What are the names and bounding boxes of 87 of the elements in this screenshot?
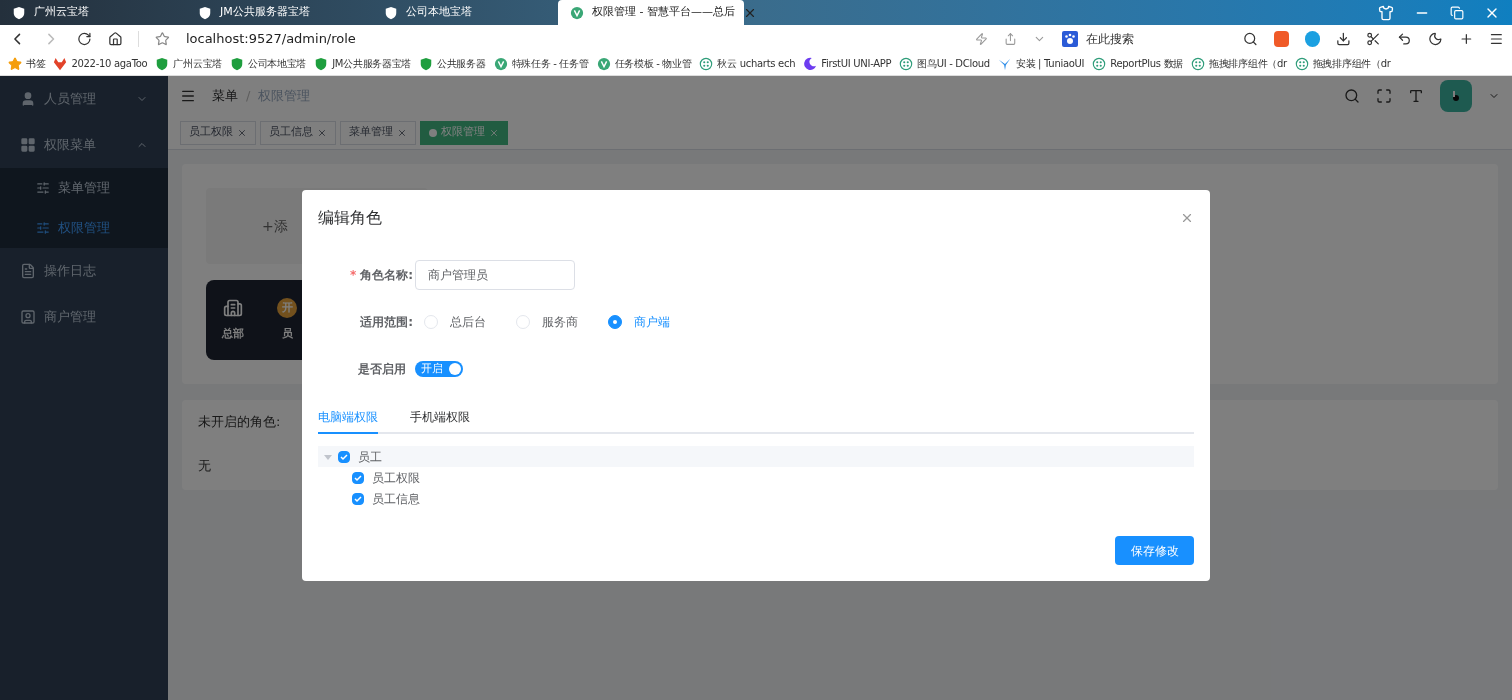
leaf-icon <box>570 5 584 20</box>
permission-tab[interactable]: 手机端权限 <box>410 408 470 434</box>
undo-icon[interactable] <box>1397 30 1412 47</box>
shield-icon <box>419 56 434 71</box>
inactive-value: 无 <box>198 456 211 475</box>
search-icon[interactable] <box>1243 30 1259 47</box>
bookmark[interactable]: 2022-10 agaToo <box>53 56 148 71</box>
download-icon[interactable] <box>1335 30 1351 47</box>
bookmark[interactable]: 拖拽排序组件（dr <box>1294 56 1391 71</box>
bookmark[interactable]: 秋云 ucharts ech <box>699 56 796 71</box>
browser-tab[interactable]: 广州云宝塔 <box>0 0 186 25</box>
field-label: 是否启用 <box>357 361 406 378</box>
tree-node[interactable]: 员工权限 <box>318 467 1194 488</box>
fullscreen-icon[interactable] <box>1376 88 1392 104</box>
dialog-title: 编辑角色 <box>318 207 382 229</box>
reload-icon[interactable] <box>76 30 92 47</box>
bookmark[interactable]: FirstUI UNI-APP <box>803 56 892 71</box>
star-icon[interactable] <box>155 30 170 47</box>
browser-tab[interactable]: 公司本地宝塔 <box>372 0 558 25</box>
tag-tab[interactable]: 员工信息 <box>260 120 336 145</box>
shield-icon <box>384 5 398 20</box>
bookmark[interactable]: 书签 <box>8 56 46 71</box>
bookmark[interactable]: 拖拽排序组件（dr <box>1191 56 1287 71</box>
radio-option[interactable]: 服务商 <box>516 313 578 331</box>
globe-icon <box>899 56 914 71</box>
checkbox[interactable] <box>338 450 350 463</box>
home-icon[interactable] <box>107 30 123 47</box>
bookmark[interactable]: 安装 | TuniaoUI <box>997 56 1085 71</box>
globe-icon <box>1092 56 1107 71</box>
bookmark[interactable]: 图鸟UI - DCloud <box>899 56 990 71</box>
checkbox[interactable] <box>352 471 364 484</box>
globe-icon <box>699 56 714 71</box>
breadcrumb-item[interactable]: 菜单 <box>212 86 238 106</box>
bookmark[interactable]: ReportPlus 数据 <box>1092 56 1184 71</box>
leaf-icon <box>596 56 611 71</box>
bookmark[interactable]: 公共服务器 <box>419 56 486 71</box>
bookmark[interactable]: 特殊任务 - 任务管 <box>493 56 589 71</box>
browser-tab[interactable]: JM公共服务器宝塔 <box>186 0 372 25</box>
required-mark: * <box>349 267 357 284</box>
grid-icon <box>20 137 36 153</box>
shield-icon <box>314 56 329 71</box>
shield-icon <box>229 56 244 71</box>
font-size-icon[interactable] <box>1408 88 1424 104</box>
bookmark[interactable]: 公司本地宝塔 <box>229 56 307 71</box>
breadcrumb-separator: / <box>246 87 251 106</box>
globe-icon <box>1294 56 1309 71</box>
inactive-title: 未开启的角色: <box>198 413 281 431</box>
add-role-label: +添 <box>262 216 288 236</box>
field-label: 角色名称: <box>360 267 413 284</box>
address-field[interactable]: localhost:9527/admin/role <box>185 28 960 49</box>
fox-icon <box>53 56 68 71</box>
sliders-icon <box>36 221 50 235</box>
shield-icon <box>155 56 170 71</box>
star-icon <box>8 56 22 71</box>
contact-icon <box>20 309 36 325</box>
lightning-icon[interactable] <box>975 31 988 46</box>
crescent-icon <box>803 56 818 71</box>
building-icon <box>223 297 243 318</box>
leaf-icon <box>493 56 508 71</box>
shirt-icon[interactable] <box>1378 5 1394 21</box>
scissors-icon[interactable] <box>1366 30 1382 47</box>
role-name-field[interactable]: 商户管理员 <box>415 260 575 290</box>
shield-icon <box>12 5 26 20</box>
moon-icon[interactable] <box>1427 30 1443 47</box>
tag-tab[interactable]: 员工权限 <box>180 120 256 145</box>
checkbox[interactable] <box>352 492 364 505</box>
search-field[interactable]: 在此搜索 <box>1061 29 1228 48</box>
bookmark[interactable]: 任务模板 - 物业管 <box>596 56 692 71</box>
sliders-icon <box>36 181 50 195</box>
person-icon <box>20 91 36 107</box>
tree-node[interactable]: 员工 <box>318 446 1194 467</box>
tree-node[interactable]: 员工信息 <box>318 488 1194 509</box>
shield-icon <box>198 5 212 20</box>
avatar[interactable] <box>1440 80 1472 112</box>
globe-icon <box>1191 56 1206 71</box>
bookmark[interactable]: 广州云宝塔 <box>155 56 222 71</box>
field-label: 适用范围: <box>359 314 413 331</box>
radio-option[interactable]: 总后台 <box>424 313 486 331</box>
status-badge: 开 <box>277 297 297 318</box>
tag-tab[interactable]: 菜单管理 <box>340 120 416 145</box>
restore-icon[interactable] <box>1450 6 1464 20</box>
document-icon <box>20 263 36 279</box>
role-name: 总部 <box>222 325 244 342</box>
bookmark[interactable]: JM公共服务器宝塔 <box>314 56 412 71</box>
paw-icon <box>1061 30 1078 47</box>
share-icon[interactable] <box>1004 31 1017 46</box>
role-name: 员 <box>281 325 293 342</box>
